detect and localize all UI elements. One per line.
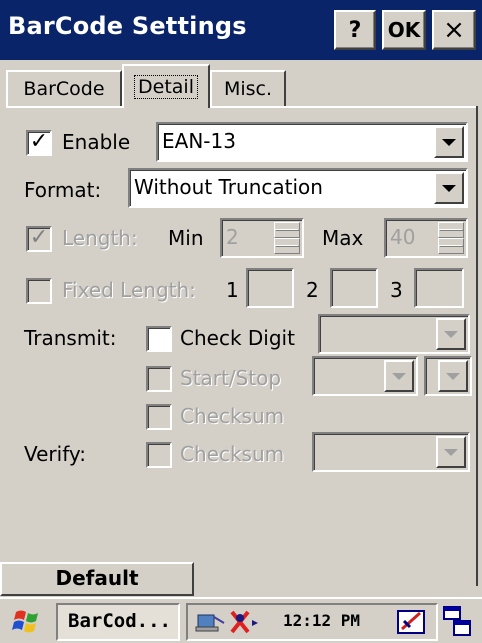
windows-flag-icon	[12, 610, 38, 633]
ok-button[interactable]: OK	[382, 10, 426, 50]
check-digit-label: Check Digit	[180, 326, 295, 350]
tab-barcode[interactable]: BarCode	[6, 70, 122, 106]
start-stop-dropdown-2[interactable]	[424, 356, 472, 396]
fixed-length-1-label: 1	[226, 278, 239, 302]
start-stop-dropdown-1[interactable]	[312, 356, 418, 396]
chevron-down-icon[interactable]	[436, 436, 466, 468]
clock[interactable]: 12:12 PM	[283, 611, 360, 630]
tab-misc[interactable]: Misc.	[210, 70, 286, 106]
fixed-length-label: Fixed Length:	[62, 278, 196, 302]
format-label: Format:	[24, 178, 102, 202]
input-panel-icon[interactable]	[396, 607, 428, 637]
check-digit-dropdown[interactable]	[318, 314, 470, 354]
length-checkbox[interactable]: ✓	[26, 226, 52, 252]
transmit-checksum-label: Checksum	[180, 404, 285, 428]
enable-label: Enable	[62, 130, 131, 154]
close-button[interactable]: ×	[432, 10, 476, 50]
title-bar: BarCode Settings ? OK	[0, 0, 482, 60]
chevron-down-icon[interactable]	[438, 360, 468, 392]
help-button[interactable]: ?	[334, 10, 376, 50]
network-icon[interactable]	[194, 609, 228, 637]
spin-down-icon[interactable]	[438, 238, 464, 254]
tab-strip: BarCode Detail Misc.	[0, 60, 482, 108]
min-length-spinner[interactable]: 2	[220, 218, 304, 258]
fixed-length-3-label: 3	[390, 278, 403, 302]
windows-switch-icon[interactable]	[442, 605, 474, 639]
panel-border-right	[476, 106, 478, 586]
fixed-length-checkbox[interactable]	[26, 278, 52, 304]
tab-panel-border	[6, 106, 478, 108]
length-label: Length:	[62, 226, 138, 250]
chevron-down-icon[interactable]	[434, 172, 464, 204]
fixed-length-2-field[interactable]	[330, 268, 378, 308]
fixed-length-3-field[interactable]	[414, 268, 464, 308]
transmit-label: Transmit:	[24, 326, 117, 350]
default-button[interactable]: Default	[0, 562, 194, 596]
verify-checksum-label: Checksum	[180, 442, 285, 466]
min-label: Min	[168, 226, 204, 250]
spin-down-icon[interactable]	[274, 238, 300, 254]
start-stop-checkbox[interactable]	[146, 366, 172, 392]
spin-up-icon[interactable]	[274, 222, 300, 238]
fixed-length-2-label: 2	[306, 278, 319, 302]
start-stop-label: Start/Stop	[180, 366, 282, 390]
verify-checksum-checkbox[interactable]	[146, 442, 172, 468]
close-icon: ×	[443, 15, 465, 45]
chevron-down-icon[interactable]	[434, 126, 464, 158]
transmit-checksum-checkbox[interactable]	[146, 404, 172, 430]
checkmark-icon: ✓	[29, 225, 49, 250]
start-button[interactable]	[6, 604, 50, 640]
fixed-length-1-field[interactable]	[246, 268, 294, 308]
verify-checksum-dropdown[interactable]	[312, 432, 470, 472]
verify-label: Verify:	[24, 442, 87, 466]
chevron-down-icon[interactable]	[384, 360, 414, 392]
max-label: Max	[322, 226, 364, 250]
checkmark-icon: ✓	[29, 129, 49, 154]
tab-detail[interactable]: Detail	[122, 64, 210, 108]
taskbar: BarCod... 12:12 PM	[0, 597, 482, 643]
enable-checkbox[interactable]: ✓	[26, 130, 52, 156]
max-length-spinner[interactable]: 40	[384, 218, 468, 258]
spin-up-icon[interactable]	[438, 222, 464, 238]
connection-status-icon[interactable]	[226, 608, 260, 638]
check-digit-checkbox[interactable]	[146, 326, 172, 352]
format-dropdown[interactable]: Without Truncation	[128, 168, 468, 208]
taskbar-item-barcode[interactable]: BarCod...	[56, 603, 180, 641]
chevron-down-icon[interactable]	[436, 318, 466, 350]
symbology-dropdown[interactable]: EAN-13	[156, 122, 468, 162]
window-title: BarCode Settings	[8, 12, 247, 40]
